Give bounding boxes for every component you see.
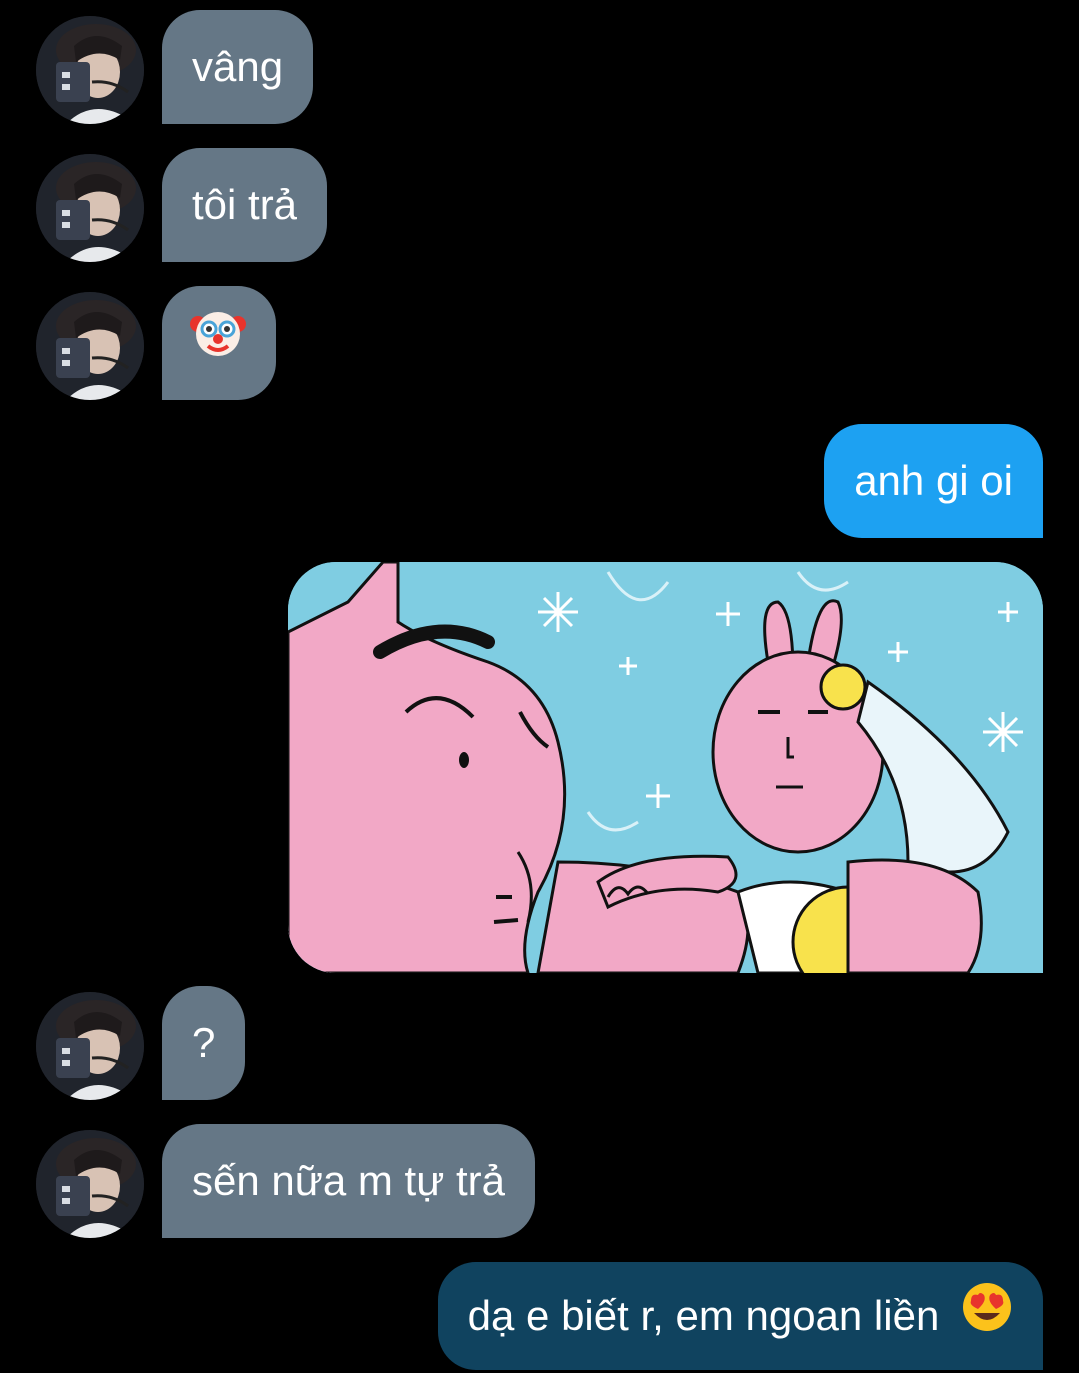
incoming-message-bubble[interactable]: sến nữa m tự trả xyxy=(162,1124,536,1238)
pink-rabbit-meme-image xyxy=(288,562,1043,973)
incoming-message-bubble[interactable]: tôi trả xyxy=(162,148,328,262)
incoming-message-bubble[interactable]: ? xyxy=(162,986,246,1100)
incoming-message-bubble[interactable]: vâng xyxy=(162,10,314,124)
outgoing-message-bubble[interactable]: dạ e biết r, em ngoan liền xyxy=(437,1262,1043,1373)
avatar[interactable] xyxy=(36,992,144,1100)
clown-face-icon xyxy=(190,289,246,403)
incoming-message-bubble[interactable] xyxy=(162,286,276,400)
avatar[interactable] xyxy=(36,16,144,124)
avatar[interactable] xyxy=(36,1130,144,1238)
outgoing-image-message[interactable] xyxy=(288,562,1043,973)
message-text: dạ e biết r, em ngoan liền xyxy=(467,1292,940,1339)
heart-eyes-emoji-icon xyxy=(961,1265,1013,1373)
avatar[interactable] xyxy=(36,154,144,262)
outgoing-message-bubble[interactable]: anh gi oi xyxy=(824,424,1043,538)
avatar[interactable] xyxy=(36,292,144,400)
